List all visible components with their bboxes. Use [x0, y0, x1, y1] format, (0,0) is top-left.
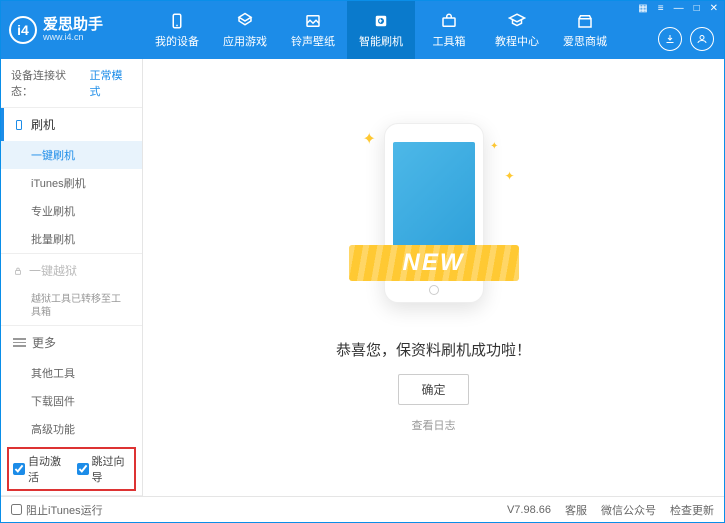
minimize-button[interactable]: — [672, 3, 686, 14]
close-button[interactable]: ✕ [708, 3, 720, 14]
maximize-button[interactable]: □ [692, 3, 702, 14]
sparkle-icon: ✦ [490, 141, 498, 152]
download-button[interactable] [658, 27, 682, 51]
nav-label: 工具箱 [433, 33, 466, 49]
phone-icon [168, 12, 186, 30]
user-icon [696, 33, 708, 45]
logo-area: i4 爱思助手 www.i4.cn [9, 16, 143, 44]
settings-button[interactable]: ▦ [636, 3, 649, 14]
titlebar: i4 爱思助手 www.i4.cn 我的设备 应用游戏 铃声壁纸 智能刷机 [1, 1, 724, 59]
checkbox-label: 自动激活 [28, 453, 67, 485]
confirm-button[interactable]: 确定 [398, 374, 468, 405]
sidebar-header-more[interactable]: 更多 [1, 326, 142, 359]
sidebar-item-batch-flash[interactable]: 批量刷机 [1, 225, 142, 253]
app-logo-icon: i4 [9, 16, 37, 44]
auto-activate-checkbox[interactable]: 自动激活 [13, 453, 67, 485]
hamburger-icon [13, 338, 26, 347]
check-update-link[interactable]: 检查更新 [670, 502, 714, 518]
titlebar-actions [658, 27, 714, 51]
nav-label: 教程中心 [495, 33, 539, 49]
apps-icon [236, 12, 254, 30]
version-label: V7.98.66 [507, 504, 551, 516]
sidebar-header-label: 更多 [32, 334, 56, 351]
sparkle-icon: ✦ [504, 169, 514, 183]
sidebar-item-itunes-flash[interactable]: iTunes刷机 [1, 169, 142, 197]
sidebar-item-pro-flash[interactable]: 专业刷机 [1, 197, 142, 225]
flash-icon [372, 12, 390, 30]
tutorial-icon [508, 12, 526, 30]
nav-apps-games[interactable]: 应用游戏 [211, 1, 279, 59]
nav-label: 爱思商城 [563, 33, 607, 49]
app-url: www.i4.cn [43, 33, 103, 43]
account-button[interactable] [690, 27, 714, 51]
sidebar-header-flash[interactable]: 刷机 [1, 108, 142, 141]
body: 设备连接状态： 正常模式 刷机 一键刷机 iTunes刷机 专业刷机 批量刷机 … [1, 59, 724, 496]
window-controls: ▦ ≡ — □ ✕ [636, 3, 720, 14]
phone-home-button [429, 285, 439, 295]
sidebar-item-other-tools[interactable]: 其他工具 [1, 359, 142, 387]
conn-value: 正常模式 [89, 67, 132, 99]
success-message: 恭喜您，保资料刷机成功啦！ [336, 339, 531, 360]
nav-tabs: 我的设备 应用游戏 铃声壁纸 智能刷机 工具箱 教程中心 [143, 1, 619, 59]
lock-icon [13, 266, 23, 276]
nav-my-device[interactable]: 我的设备 [143, 1, 211, 59]
checkbox-label: 跳过向导 [92, 453, 131, 485]
nav-ringtone-wallpaper[interactable]: 铃声壁纸 [279, 1, 347, 59]
sidebar-item-advanced[interactable]: 高级功能 [1, 415, 142, 443]
phone-illustration: ✦ ✦ ✦ NEW [359, 123, 509, 323]
nav-store[interactable]: 爱思商城 [551, 1, 619, 59]
conn-label: 设备连接状态： [11, 67, 85, 99]
nav-label: 铃声壁纸 [291, 33, 335, 49]
main-content: ✦ ✦ ✦ NEW 恭喜您，保资料刷机成功啦！ 确定 查看日志 [143, 59, 724, 496]
sparkle-icon: ✦ [363, 129, 376, 149]
new-ribbon-text: NEW [403, 249, 465, 276]
customer-service-link[interactable]: 客服 [565, 502, 587, 518]
statusbar: 阻止iTunes运行 V7.98.66 客服 微信公众号 检查更新 [1, 496, 724, 522]
nav-smart-flash[interactable]: 智能刷机 [347, 1, 415, 59]
download-icon [664, 33, 676, 45]
nav-tutorials[interactable]: 教程中心 [483, 1, 551, 59]
menu-button[interactable]: ≡ [656, 3, 666, 14]
block-itunes-checkbox[interactable] [11, 504, 22, 515]
sidebar-item-oneclick-flash[interactable]: 一键刷机 [1, 141, 142, 169]
sidebar-item-download-firmware[interactable]: 下载固件 [1, 387, 142, 415]
wechat-link[interactable]: 微信公众号 [601, 502, 656, 518]
block-itunes-label: 阻止iTunes运行 [26, 502, 103, 518]
connection-status: 设备连接状态： 正常模式 [1, 59, 142, 107]
sidebar-header-jailbreak[interactable]: 一键越狱 [1, 254, 142, 287]
sidebar-header-label: 一键越狱 [29, 262, 77, 279]
view-log-link[interactable]: 查看日志 [412, 417, 456, 433]
app-window: i4 爱思助手 www.i4.cn 我的设备 应用游戏 铃声壁纸 智能刷机 [0, 0, 725, 523]
jailbreak-note: 越狱工具已转移至工具箱 [1, 287, 142, 325]
toolbox-icon [440, 12, 458, 30]
nav-toolbox[interactable]: 工具箱 [415, 1, 483, 59]
app-name: 爱思助手 [43, 17, 103, 34]
store-icon [576, 12, 594, 30]
sidebar: 设备连接状态： 正常模式 刷机 一键刷机 iTunes刷机 专业刷机 批量刷机 … [1, 59, 143, 496]
nav-label: 我的设备 [155, 33, 199, 49]
skip-guide-input[interactable] [77, 463, 89, 475]
sidebar-header-label: 刷机 [31, 116, 55, 133]
nav-label: 智能刷机 [359, 33, 403, 49]
phone-icon [13, 119, 25, 131]
auto-activate-input[interactable] [13, 463, 25, 475]
flash-options: 自动激活 跳过向导 [7, 447, 136, 491]
nav-label: 应用游戏 [223, 33, 267, 49]
skip-guide-checkbox[interactable]: 跳过向导 [77, 453, 131, 485]
wallpaper-icon [304, 12, 322, 30]
new-ribbon: NEW [349, 245, 519, 281]
